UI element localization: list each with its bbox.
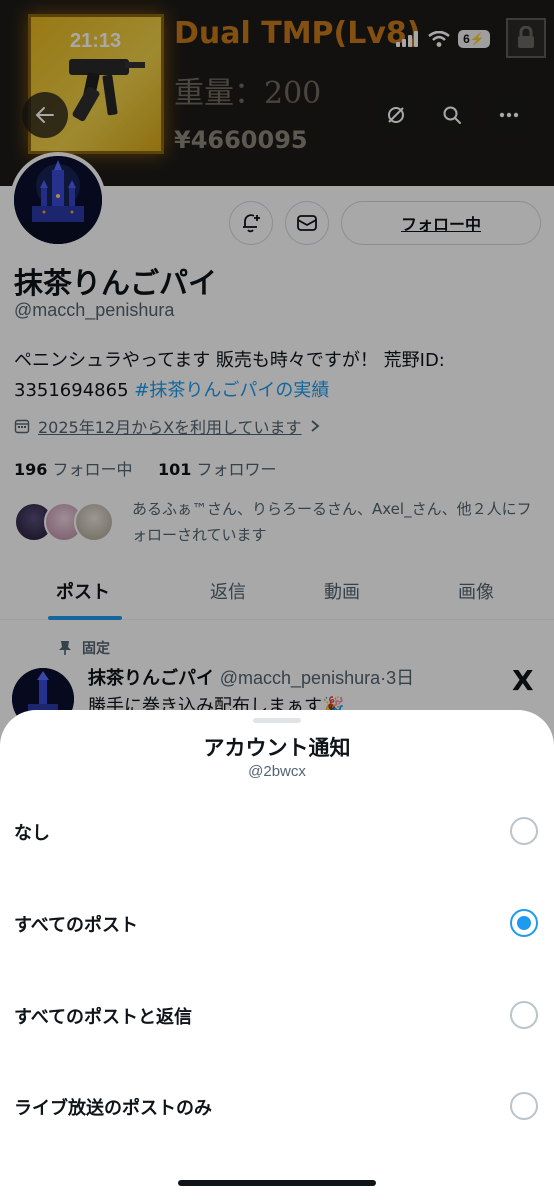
option-label: ライブ放送のポストのみ: [14, 1098, 212, 1119]
option-all-posts[interactable]: すべてのポスト: [0, 895, 554, 955]
option-live-only[interactable]: ライブ放送のポストのみ: [0, 1078, 554, 1138]
radio-button[interactable]: [510, 1092, 538, 1120]
option-none[interactable]: なし: [0, 803, 554, 863]
sheet-title: アカウント通知: [203, 736, 351, 760]
option-label: なし: [14, 823, 50, 844]
radio-button[interactable]: [510, 817, 538, 845]
radio-button[interactable]: [510, 1001, 538, 1029]
radio-button-selected[interactable]: [510, 909, 538, 937]
option-label: すべてのポスト: [14, 915, 139, 936]
sheet-grabber[interactable]: [253, 718, 301, 723]
option-label: すべてのポストと返信: [14, 1007, 193, 1028]
account-notification-sheet: アカウント通知 @2bwcx なし すべてのポスト すべてのポストと返信 ライブ…: [0, 710, 554, 1200]
sheet-subtitle: @2bwcx: [248, 763, 306, 780]
home-indicator: [178, 1180, 376, 1186]
option-all-posts-and-replies[interactable]: すべてのポストと返信: [0, 987, 554, 1047]
